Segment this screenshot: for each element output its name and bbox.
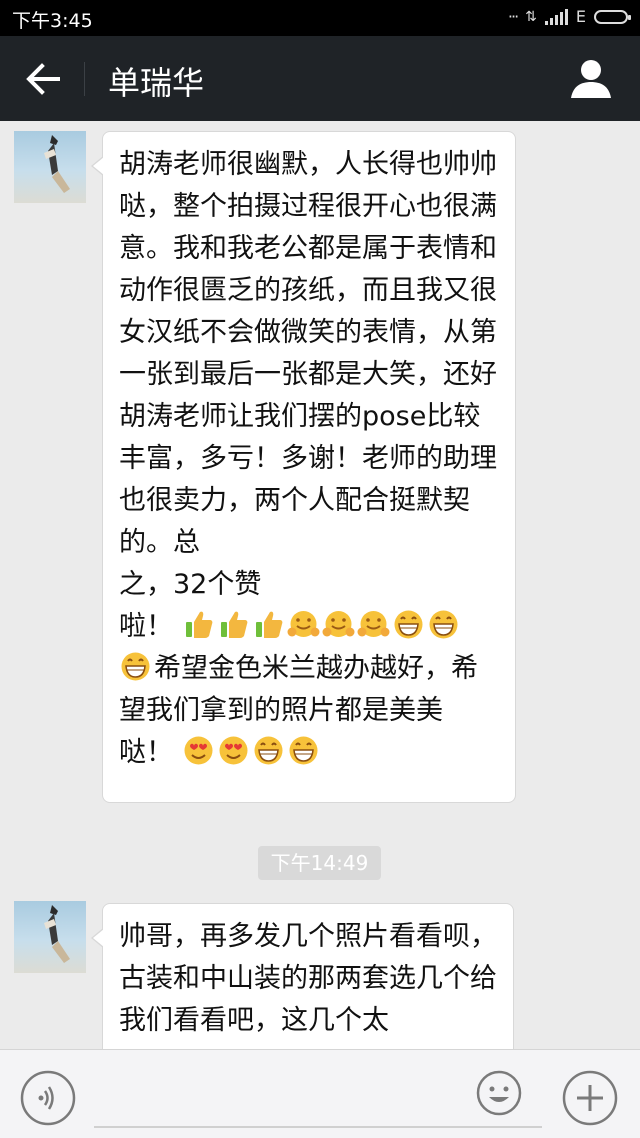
message-text: 胡涛老师很幽默，人长得也帅帅哒，整个拍摄过程很开心也很满意。我和我老公都是属于表…	[119, 149, 497, 558]
grin-emoji-icon	[121, 652, 150, 681]
message-text-line: 希望金色米兰越办越好，希望我们拿到的照片都是美美	[119, 653, 478, 726]
status-bar: 下午3:45 ··· ⇅ E	[0, 0, 640, 36]
network-type: E	[575, 7, 586, 26]
thumbs-up-icon	[185, 611, 212, 638]
message-bubble[interactable]: 胡涛老师很幽默，人长得也帅帅哒，整个拍摄过程很开心也很满意。我和我老公都是属于表…	[91, 131, 516, 803]
grin-emoji-icon	[394, 610, 423, 639]
emoji-button[interactable]	[476, 1070, 522, 1116]
arrow-left-icon	[26, 63, 60, 95]
header-divider	[84, 62, 85, 96]
status-icons: ··· ⇅ E	[507, 7, 631, 26]
hug-emoji-icon	[287, 611, 320, 637]
heart-eyes-emoji-icon	[219, 736, 248, 765]
heart-eyes-emoji-icon	[184, 736, 213, 765]
voice-input-button[interactable]	[20, 1070, 76, 1126]
avatar[interactable]	[14, 131, 86, 203]
chat-title: 单瑞华	[108, 64, 205, 102]
grin-emoji-icon	[289, 736, 318, 765]
avatar[interactable]	[14, 901, 86, 973]
data-transfer-icon: ⇅	[525, 8, 537, 25]
avatar-photo-icon	[44, 135, 70, 193]
input-bar	[0, 1049, 640, 1138]
message-text: 帅哥，再多发几个照片看看呗，古装和中山装的那两套选几个给我们看看吧，这几个太	[119, 921, 497, 1036]
message-text-line: 之，32个赞	[119, 569, 262, 600]
hug-emoji-icon	[322, 611, 355, 637]
contact-info-button[interactable]	[568, 56, 614, 102]
smiley-icon	[476, 1070, 522, 1116]
grin-emoji-icon	[254, 736, 283, 765]
emoji-line: 希望金色米兰越办越好，希望我们拿到的照片都是美美	[119, 648, 501, 732]
voice-icon	[20, 1070, 76, 1126]
menu-dots-icon: ···	[507, 7, 519, 26]
message-text-line: 哒！	[119, 737, 173, 768]
plus-icon	[562, 1070, 618, 1126]
grin-emoji-icon	[429, 610, 458, 639]
message-text-line: 啦！	[119, 611, 173, 642]
chat-header: 单瑞华	[0, 36, 640, 121]
person-icon	[571, 60, 611, 98]
emoji-line: 啦！	[119, 606, 501, 648]
avatar-photo-icon	[44, 905, 70, 963]
signal-icon	[544, 8, 568, 25]
more-options-button[interactable]	[562, 1070, 618, 1126]
back-button[interactable]	[20, 56, 68, 102]
emoji-line: 哒！	[119, 732, 501, 774]
message-input[interactable]	[94, 1074, 542, 1128]
thumbs-up-icon	[255, 611, 282, 638]
message-timestamp: 下午14:49	[258, 846, 381, 880]
hug-emoji-icon	[357, 611, 390, 637]
status-time: 下午3:45	[12, 10, 93, 32]
thumbs-up-icon	[220, 611, 247, 638]
battery-icon	[594, 9, 631, 24]
